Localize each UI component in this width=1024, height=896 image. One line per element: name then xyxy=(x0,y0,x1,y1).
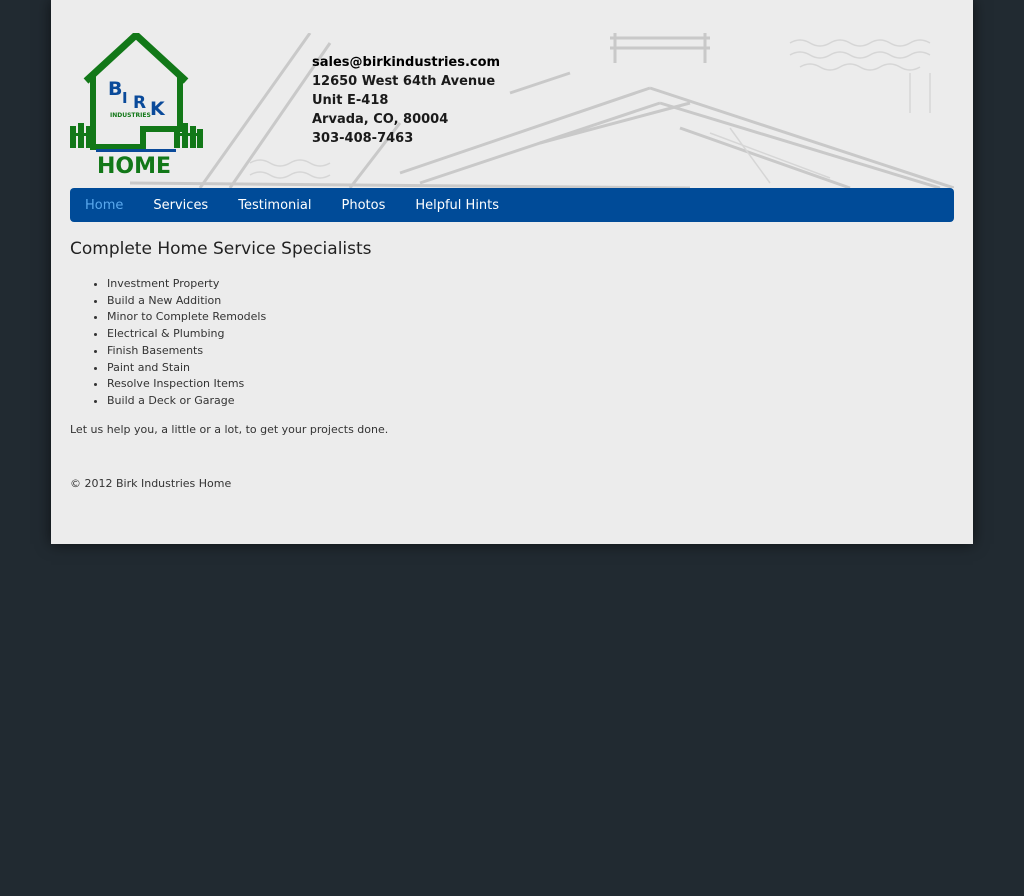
list-item: Investment Property xyxy=(107,276,950,293)
address-street: 12650 West 64th Avenue xyxy=(312,74,496,89)
phone-number: 303-408-7463 xyxy=(312,131,414,146)
list-item: Build a Deck or Garage xyxy=(107,393,950,410)
main-navigation: Home Services Testimonial Photos Helpful… xyxy=(70,188,954,222)
list-item: Resolve Inspection Items xyxy=(107,376,950,393)
logo-home: HOME xyxy=(97,154,171,175)
nav-item-services[interactable]: Services xyxy=(153,198,208,213)
services-list: Investment Property Build a New Addition… xyxy=(70,276,950,410)
list-item: Build a New Addition xyxy=(107,293,950,310)
help-text: Let us help you, a little or a lot, to g… xyxy=(70,422,389,436)
page-heading: Complete Home Service Specialists xyxy=(70,239,372,259)
site-header: B I R K INDUSTRIES HOME sales@birkindust… xyxy=(70,33,954,188)
list-item: Finish Basements xyxy=(107,343,950,360)
copyright-footer: © 2012 Birk Industries Home xyxy=(70,477,232,490)
nav-item-testimonial[interactable]: Testimonial xyxy=(238,198,311,213)
page-container: B I R K INDUSTRIES HOME sales@birkindust… xyxy=(51,0,973,544)
address-city: Arvada, CO, 80004 xyxy=(312,112,449,127)
list-item: Electrical & Plumbing xyxy=(107,326,950,343)
logo-industries: INDUSTRIES xyxy=(110,112,151,119)
logo-letter-k: K xyxy=(150,98,166,120)
birk-industries-logo: B I R K INDUSTRIES HOME xyxy=(70,33,203,175)
nav-item-photos[interactable]: Photos xyxy=(341,198,385,213)
contact-block: sales@birkindustries.com 12650 West 64th… xyxy=(312,53,500,148)
email-link[interactable]: sales@birkindustries.com xyxy=(312,55,500,70)
logo-letter-i: I xyxy=(122,89,128,107)
nav-item-home[interactable]: Home xyxy=(85,198,123,213)
logo-letter-b: B xyxy=(108,78,122,100)
list-item: Paint and Stain xyxy=(107,360,950,377)
address-unit: Unit E-418 xyxy=(312,93,389,108)
nav-item-helpful-hints[interactable]: Helpful Hints xyxy=(415,198,499,213)
list-item: Minor to Complete Remodels xyxy=(107,309,950,326)
logo-letter-r: R xyxy=(133,93,146,113)
main-content: Complete Home Service Specialists Invest… xyxy=(70,237,950,438)
